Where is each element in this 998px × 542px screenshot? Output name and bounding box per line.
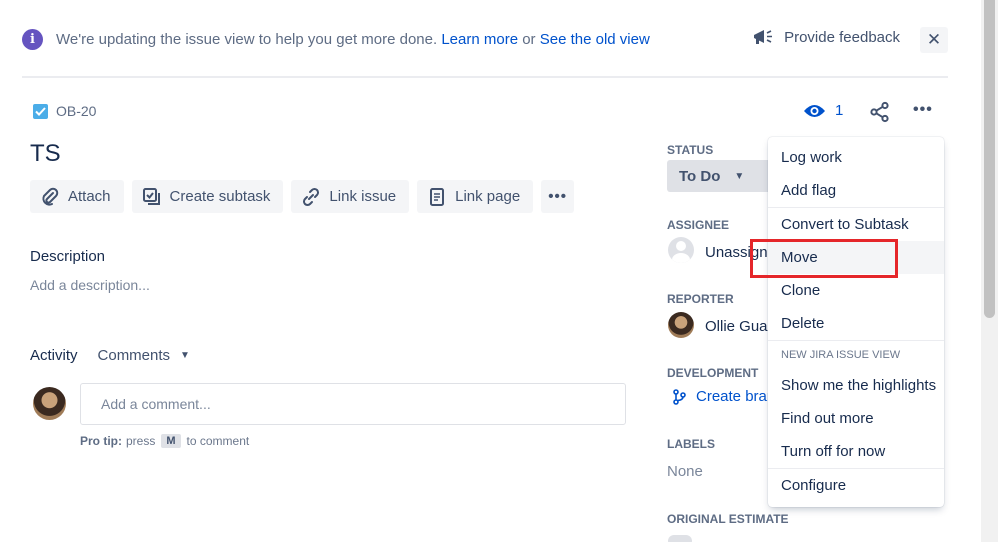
more-actions-button[interactable]: ••• (541, 180, 575, 213)
create-subtask-label: Create subtask (169, 188, 271, 205)
pro-tip: Pro tip: press M to comment (80, 434, 249, 448)
eye-icon (804, 104, 825, 117)
menu-item-add-flag[interactable]: Add flag (768, 174, 944, 207)
pro-tip-press: press (126, 434, 156, 448)
status-dropdown[interactable]: To Do ▼ (667, 160, 772, 192)
watch-count: 1 (835, 102, 844, 119)
attach-label: Attach (68, 188, 111, 205)
link-page-label: Link page (455, 188, 521, 205)
close-icon: ✕ (926, 30, 942, 49)
share-button[interactable] (869, 101, 891, 128)
activity-label: Activity (30, 347, 78, 364)
update-banner: i We're updating the issue view to help … (22, 18, 948, 60)
shortcut-key: M (161, 434, 181, 448)
issue-title[interactable]: TS (30, 140, 61, 168)
issue-actions: Attach Create subtask Link issue Link pa… (30, 180, 575, 213)
info-icon: i (22, 28, 43, 50)
menu-item-find-out-more[interactable]: Find out more (768, 402, 944, 435)
description-placeholder[interactable]: Add a description... (30, 277, 150, 293)
share-icon (870, 101, 889, 123)
reporter-avatar (668, 312, 694, 338)
pro-tip-to-comment: to comment (186, 434, 250, 448)
feedback-label: Provide feedback (784, 28, 900, 46)
task-type-icon (33, 103, 48, 119)
page-icon (430, 187, 445, 206)
development-label: DEVELOPMENT (667, 366, 759, 380)
assignee-label: ASSIGNEE (667, 218, 730, 232)
menu-item-convert-to-subtask[interactable]: Convert to Subtask (768, 208, 944, 241)
unassigned-avatar (668, 237, 694, 263)
comment-input[interactable]: Add a comment... (80, 383, 626, 425)
chevron-down-icon: ▼ (180, 350, 190, 361)
activity-filter-dropdown[interactable]: Comments ▼ (98, 347, 190, 364)
create-subtask-button[interactable]: Create subtask (131, 180, 284, 213)
original-estimate-label: ORIGINAL ESTIMATE (667, 512, 789, 526)
menu-item-delete[interactable]: Delete (768, 307, 944, 340)
chevron-down-icon: ▼ (734, 170, 745, 182)
menu-item-show-highlights[interactable]: Show me the highlights (768, 369, 944, 402)
link-page-button[interactable]: Link page (417, 180, 534, 213)
activity-filter-value: Comments (97, 347, 171, 364)
provide-feedback-button[interactable]: Provide feedback (752, 28, 900, 46)
estimate-badge (668, 535, 692, 542)
reporter-value[interactable]: Ollie Guan (705, 318, 776, 335)
paperclip-icon (42, 187, 59, 206)
subtask-icon (142, 187, 160, 205)
link-issue-label: Link issue (329, 188, 397, 205)
ellipsis-icon: ••• (913, 101, 933, 118)
description-label: Description (30, 248, 106, 265)
status-value: To Do (679, 167, 721, 185)
scrollbar-thumb[interactable] (984, 0, 995, 318)
link-issue-button[interactable]: Link issue (291, 180, 410, 213)
comment-placeholder: Add a comment... (101, 396, 211, 412)
user-avatar (33, 387, 66, 420)
branch-icon (673, 388, 686, 405)
menu-item-clone[interactable]: Clone (768, 274, 944, 307)
learn-more-link[interactable]: Learn more (441, 31, 518, 48)
status-label: STATUS (667, 143, 714, 157)
link-icon (303, 187, 320, 206)
menu-item-turn-off[interactable]: Turn off for now (768, 435, 944, 468)
ellipsis-icon: ••• (548, 188, 568, 205)
create-branch-label: Create bran (696, 388, 776, 405)
megaphone-icon (754, 30, 773, 44)
issue-key: OB-20 (56, 103, 97, 119)
labels-label: LABELS (667, 437, 715, 451)
menu-item-configure[interactable]: Configure (768, 469, 944, 502)
pro-tip-label: Pro tip: (80, 434, 122, 448)
reporter-label: REPORTER (667, 292, 734, 306)
attach-button[interactable]: Attach (30, 180, 124, 213)
more-options-button[interactable]: ••• (913, 101, 933, 119)
move-highlight-annotation (750, 239, 898, 278)
close-banner-button[interactable]: ✕ (920, 27, 948, 53)
watch-button[interactable]: 1 (803, 102, 843, 119)
menu-section-heading: NEW JIRA ISSUE VIEW (781, 349, 901, 361)
activity-header: Activity Comments ▼ (30, 347, 190, 364)
menu-item-log-work[interactable]: Log work (768, 141, 944, 174)
issue-key-breadcrumb[interactable]: OB-20 (33, 103, 96, 119)
old-view-link[interactable]: See the old view (540, 31, 650, 48)
banner-text: We're updating the issue view to help yo… (56, 30, 438, 48)
divider (22, 76, 948, 78)
create-branch-link[interactable]: Create bran (673, 388, 775, 405)
banner-message: We're updating the issue view to help yo… (56, 31, 650, 48)
labels-value[interactable]: None (667, 463, 703, 480)
more-actions-menu: Log work Add flag Convert to Subtask Mov… (768, 137, 944, 507)
banner-or: or (522, 30, 536, 48)
